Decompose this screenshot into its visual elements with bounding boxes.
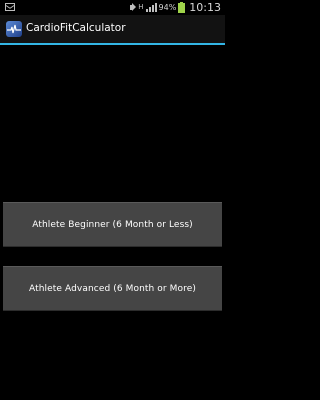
heartbeat-icon[interactable] [6, 21, 22, 37]
app-title: CardioFitCalculator [26, 22, 126, 34]
action-bar: CardioFitCalculator [0, 15, 225, 43]
status-bar: H 94% 10:13 [0, 0, 225, 15]
app-screen: H 94% 10:13 CardioFitCalculator Athlete … [0, 0, 225, 400]
clock: 10:13 [189, 1, 221, 14]
signal-icon [145, 3, 157, 12]
wifi-icon: H [138, 3, 144, 11]
athlete-advanced-button[interactable]: Athlete Advanced (6 Month or More) [3, 266, 222, 311]
gmail-icon [5, 3, 15, 11]
status-icons: H 94% 10:13 [130, 0, 221, 15]
athlete-beginner-button[interactable]: Athlete Beginner (6 Month or Less) [3, 202, 222, 247]
action-bar-divider [0, 43, 225, 45]
battery-percent: 94% [158, 2, 177, 12]
mute-icon [130, 3, 137, 12]
battery-icon [178, 1, 186, 13]
